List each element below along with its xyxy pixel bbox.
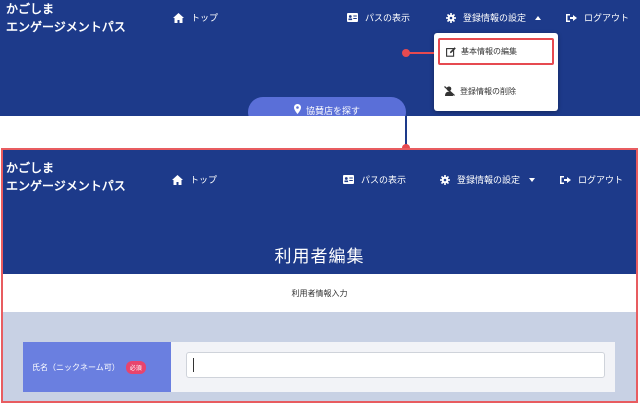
nav-top-label: トップ [191,14,219,24]
sign-out-icon [560,175,571,184]
map-pin-icon [293,104,301,114]
settings-dropdown: 基本情報の編集 登録情報の削除 [434,33,558,111]
logo-line-1: かごしま [6,161,55,175]
nav-logout-link[interactable]: ログアウト [566,11,629,24]
page-header: かごしま エンゲージメントパス トップ パスの表示 登録情報の設定 ログアウト … [3,150,636,274]
text-cursor [193,358,194,372]
edit-page-screenshot: かごしま エンゲージメントパス トップ パスの表示 登録情報の設定 ログアウト … [1,148,638,403]
site-logo[interactable]: かごしま エンゲージメントパス [6,159,126,195]
home-icon [172,174,183,185]
top-screenshot: かごしま エンゲージメントパス トップ パスの表示 登録情報の設定 ログアウト … [0,0,640,116]
dropdown-edit-basic-info[interactable]: 基本情報の編集 [438,38,554,65]
nav-pass-label: パスの表示 [365,14,411,24]
nav-top-link[interactable]: トップ [173,11,218,24]
gear-icon [440,174,450,185]
caret-down-icon [529,177,536,182]
page-title: 利用者編集 [274,247,365,267]
id-card-icon [347,13,358,22]
nav-logout-label: ログアウト [578,176,624,186]
nav-logout-label: ログアウト [584,14,630,24]
nav-top-link[interactable]: トップ [172,173,217,186]
sign-out-icon [566,13,577,22]
form-area: 氏名（ニックネーム可） 必須 [3,312,636,401]
form-row-name: 氏名（ニックネーム可） 必須 [23,342,615,392]
find-sponsor-label: 協賛店を探す [305,107,360,116]
user-slash-icon [444,86,455,96]
nav-pass-label: パスの表示 [361,176,407,186]
nav-settings-menu[interactable]: 登録情報の設定 [440,173,536,186]
name-field-label: 氏名（ニックネーム可） 必須 [23,342,171,392]
dropdown-edit-label: 基本情報の編集 [461,47,517,56]
nav-pass-link[interactable]: パスの表示 [343,173,406,186]
nav-settings-label: 登録情報の設定 [457,176,521,186]
name-label-text: 氏名（ニックネーム可） [32,362,120,372]
logo-line-2: エンゲージメントパス [6,20,126,34]
required-badge: 必須 [125,360,146,374]
logo-line-1: かごしま [6,2,55,16]
caret-up-icon [535,15,542,20]
gear-icon [446,12,456,23]
nav-pass-link[interactable]: パスの表示 [347,11,410,24]
section-band: 利用者情報入力 [3,274,636,312]
section-subtitle: 利用者情報入力 [291,289,348,298]
find-sponsor-button[interactable]: 協賛店を探す [248,97,406,116]
callout-line [406,52,434,54]
site-logo[interactable]: かごしま エンゲージメントパス [6,0,126,36]
nav-top-label: トップ [190,176,218,186]
home-icon [173,12,184,23]
callout-dot-start [402,49,410,57]
id-card-icon [343,175,354,184]
dropdown-delete-registration[interactable]: 登録情報の削除 [438,81,554,101]
edit-icon [446,46,456,57]
nav-settings-menu[interactable]: 登録情報の設定 [446,11,542,24]
nav-logout-link[interactable]: ログアウト [560,173,623,186]
logo-line-2: エンゲージメントパス [6,179,126,193]
name-input[interactable] [186,352,605,378]
nav-settings-label: 登録情報の設定 [463,14,527,24]
dropdown-delete-label: 登録情報の削除 [460,86,516,96]
